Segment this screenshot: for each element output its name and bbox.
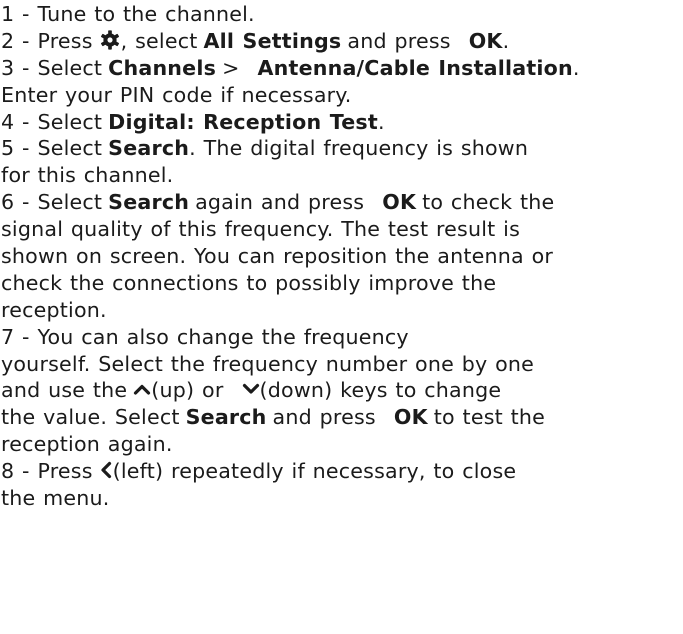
menu-separator: > <box>222 55 240 80</box>
step-5: 5 - Select Search. The digital frequency … <box>1 135 683 162</box>
step-number: 6 - <box>1 190 38 215</box>
step-text: Enter your PIN code if necessary. <box>1 82 352 107</box>
step-4: 4 - Select Digital: Reception Test. <box>1 109 683 136</box>
step-text: and press <box>272 405 376 430</box>
step-text: Select <box>37 109 103 134</box>
step-text: Tune to the channel. <box>37 2 255 26</box>
step-6-continued: reception. <box>1 297 683 324</box>
step-text: Select <box>37 136 103 161</box>
step-1: 1 - Tune to the channel. <box>1 1 683 28</box>
step-text: again and press <box>195 190 365 215</box>
step-text: to test the <box>433 405 546 430</box>
step-7-continued: yourself. Select the frequency number on… <box>1 351 683 378</box>
ok-key-label: OK <box>382 190 417 215</box>
step-number: 1 - <box>1 2 38 26</box>
step-text: shown on screen. You can reposition the … <box>1 244 554 269</box>
step-number: 2 - <box>1 28 38 53</box>
step-text: (left) repeatedly if necessary, to close <box>112 459 517 484</box>
step-text: for this channel. <box>1 163 174 188</box>
step-number: 4 - <box>1 109 38 134</box>
step-text: signal quality of this frequency. The te… <box>1 217 521 242</box>
step-6-continued: shown on screen. You can reposition the … <box>1 243 683 270</box>
step-7-continued: and use the (up) or (down) keys to change <box>1 377 683 404</box>
step-text: You can also change the frequency <box>37 324 409 349</box>
step-text: (down) keys to change <box>259 378 502 403</box>
step-text: (up) or <box>151 378 224 403</box>
punctuation: . <box>572 55 580 80</box>
step-text: the value. Select <box>1 405 180 430</box>
menu-item-channels: Channels <box>108 55 217 80</box>
menu-item-antenna-cable: Antenna/Cable Installation <box>257 55 573 80</box>
step-text: . The digital frequency is shown <box>189 136 529 161</box>
step-7: 7 - You can also change the frequency <box>1 324 683 351</box>
step-text: and press <box>347 28 451 53</box>
menu-item-search: Search <box>185 405 267 430</box>
step-7-continued: the value. Select Search and press OK to tes… <box>1 404 683 431</box>
step-text: reception again. <box>1 432 173 457</box>
step-6-continued: check the connections to possibly improv… <box>1 270 683 297</box>
chevron-up-icon <box>133 382 151 396</box>
step-text: and use the <box>1 378 128 403</box>
step-text: Select <box>37 190 103 215</box>
step-text: to check the <box>422 190 555 215</box>
step-8-continued: the menu. <box>1 485 683 512</box>
menu-item-search: Search <box>108 136 190 161</box>
menu-item-digital-reception-test: Digital: Reception Test <box>108 109 378 134</box>
gear-icon <box>99 29 121 51</box>
step-3-continued: Enter your PIN code if necessary. <box>1 82 683 109</box>
step-number: 8 - <box>1 459 38 484</box>
step-text: Press <box>37 459 93 484</box>
step-6: 6 - Select Search again and press OK to chec… <box>1 189 683 216</box>
step-text: Select <box>37 55 103 80</box>
step-5-continued: for this channel. <box>1 162 683 189</box>
step-6-continued: signal quality of this frequency. The te… <box>1 216 683 243</box>
punctuation: . <box>502 28 510 53</box>
step-number: 3 - <box>1 55 38 80</box>
step-text: reception. <box>1 297 107 322</box>
chevron-left-icon <box>99 461 113 479</box>
step-text: Press <box>37 28 93 53</box>
menu-item-search: Search <box>108 190 190 215</box>
step-number: 7 - <box>1 324 38 349</box>
step-7-continued: reception again. <box>1 431 683 458</box>
step-2: 2 - Press , select All Settings and press OK… <box>1 28 683 55</box>
menu-item-all-settings: All Settings <box>203 28 342 53</box>
step-text: check the connections to possibly improv… <box>1 270 497 295</box>
step-number: 5 - <box>1 136 38 161</box>
chevron-down-icon <box>242 382 260 396</box>
step-text: , select <box>120 28 198 53</box>
punctuation: . <box>377 109 385 134</box>
step-3: 3 - Select Channels > Antenna/Cable Install… <box>1 55 683 82</box>
step-8: 8 - Press (left) repeatedly if necessary,… <box>1 458 683 485</box>
ok-key-label: OK <box>393 405 428 430</box>
step-text: the menu. <box>1 486 110 511</box>
step-text: yourself. Select the frequency number on… <box>1 351 535 376</box>
ok-key-label: OK <box>468 28 503 53</box>
instruction-document: 1 - Tune to the channel. 2 - Press , sele… <box>0 0 683 512</box>
